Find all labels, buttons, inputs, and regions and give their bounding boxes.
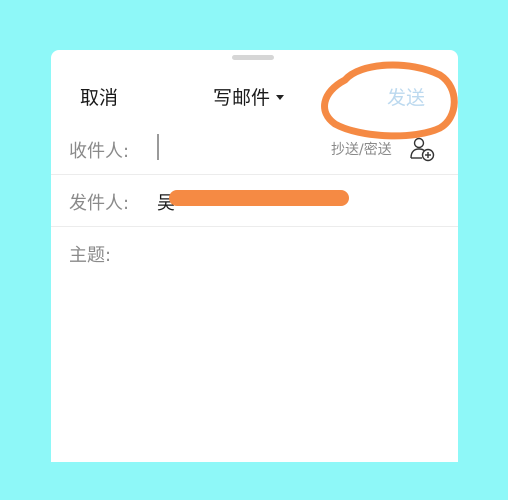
compose-title: 写邮件 — [213, 87, 271, 109]
compose-header: 取消 写邮件 发送 — [51, 70, 458, 120]
cc-bcc-button[interactable]: 抄送/密送 — [331, 139, 392, 159]
compose-sheet: 取消 写邮件 发送 收件人: 抄送/密送 发件人: 吴 主题: — [51, 50, 458, 462]
sender-label: 发件人: — [69, 193, 130, 214]
cancel-button[interactable]: 取消 — [80, 83, 118, 110]
add-contact-icon[interactable] — [409, 136, 435, 162]
text-cursor — [157, 134, 159, 160]
drag-handle[interactable] — [232, 55, 274, 60]
caret-down-icon — [276, 95, 285, 100]
recipient-input[interactable] — [163, 132, 327, 164]
sender-row[interactable]: 发件人: 吴 — [51, 174, 458, 227]
subject-input[interactable] — [157, 236, 441, 268]
recipient-label: 收件人: — [69, 141, 130, 162]
subject-label: 主题: — [69, 245, 112, 266]
compose-title-dropdown[interactable]: 写邮件 — [213, 83, 285, 110]
subject-row: 主题: — [51, 226, 458, 278]
recipient-row: 收件人: 抄送/密送 — [51, 122, 458, 175]
send-button[interactable]: 发送 — [387, 83, 425, 110]
redaction-scribble — [169, 190, 349, 206]
